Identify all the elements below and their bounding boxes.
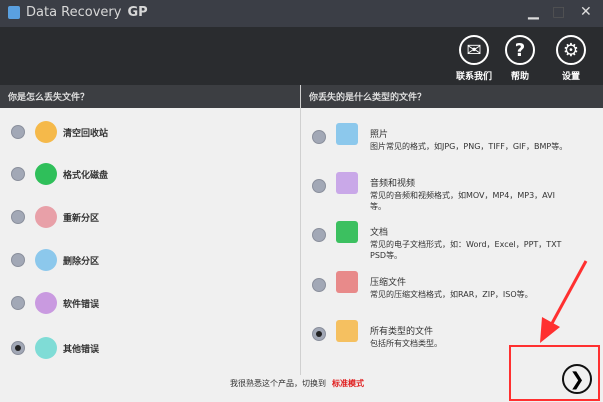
file-type-icon <box>336 172 358 194</box>
loss-option[interactable]: 格式化磁盘 <box>11 163 108 185</box>
settings-button[interactable]: ⚙ 设置 <box>549 35 593 82</box>
contact-us-button[interactable]: ✉ 联系我们 <box>452 35 496 82</box>
footer: 我很熟悉这个产品，切换到 标准模式 <box>230 378 364 389</box>
right-heading: 你丢失的是什么类型的文件？ <box>301 85 603 108</box>
left-heading: 你是怎么丢失文件？ <box>0 85 300 108</box>
option-title: 所有类型的文件 <box>370 327 434 337</box>
help-button[interactable]: ? 帮助 <box>498 35 542 82</box>
option-label: 格式化磁盘 <box>63 170 109 181</box>
option-title: 音频和视频 <box>370 179 416 189</box>
radio-button[interactable] <box>11 210 25 224</box>
loss-option[interactable]: 重新分区 <box>11 206 99 228</box>
settings-label: 设置 <box>561 72 580 82</box>
radio-button[interactable] <box>11 296 25 310</box>
radio-button[interactable] <box>312 228 326 242</box>
option-icon <box>35 206 57 228</box>
file-type-icon <box>336 221 358 243</box>
window-title: Data Recovery GP <box>26 5 148 20</box>
file-type-icon <box>336 320 358 342</box>
option-description: 图片常见的格式，如JPG，PNG，TIFF，GIF，BMP等。 <box>370 142 568 151</box>
divider <box>300 85 301 375</box>
app-icon <box>8 6 20 19</box>
minimize-button[interactable]: ▁ <box>528 4 539 20</box>
standard-mode-link[interactable]: 标准模式 <box>332 379 364 388</box>
loss-option[interactable]: 软件错误 <box>11 292 99 314</box>
radio-button[interactable] <box>11 341 25 355</box>
radio-button[interactable] <box>312 327 326 341</box>
red-arrow-annotation <box>540 260 588 343</box>
option-icon <box>35 337 57 359</box>
radio-button[interactable] <box>11 167 25 181</box>
radio-button[interactable] <box>11 253 25 267</box>
file-type-icon <box>336 271 358 293</box>
toolbar: ✉ 联系我们 ? 帮助 ⚙ 设置 <box>0 27 603 85</box>
close-button[interactable]: ✕ <box>580 4 592 20</box>
option-title: 文档 <box>370 228 389 238</box>
gear-icon: ⚙ <box>556 35 586 65</box>
maximize-button[interactable]: □ <box>552 4 565 20</box>
file-type-icon <box>336 123 358 145</box>
option-icon <box>35 249 57 271</box>
loss-option[interactable]: 删除分区 <box>11 249 99 271</box>
loss-option[interactable]: 清空回收站 <box>11 121 108 143</box>
loss-option[interactable]: 其他错误 <box>11 337 99 359</box>
option-label: 其他错误 <box>63 344 100 355</box>
contact-label: 联系我们 <box>455 72 492 82</box>
radio-button[interactable] <box>312 179 326 193</box>
footer-text: 我很熟悉这个产品，切换到 <box>230 379 326 388</box>
option-icon <box>35 163 57 185</box>
option-description: 常见的音频和视频格式，如MOV，MP4，MP3，AVI等。 <box>370 191 555 211</box>
option-label: 清空回收站 <box>63 128 109 139</box>
option-label: 删除分区 <box>63 256 100 267</box>
help-label: 帮助 <box>510 72 529 82</box>
option-title: 压缩文件 <box>370 278 407 288</box>
radio-button[interactable] <box>11 125 25 139</box>
mail-icon: ✉ <box>459 35 489 65</box>
title-bar: Data Recovery GP ▁ □ ✕ <box>0 0 603 27</box>
option-title: 照片 <box>370 130 389 140</box>
option-label: 重新分区 <box>63 213 100 224</box>
option-label: 软件错误 <box>63 299 100 310</box>
next-button[interactable]: ❯ <box>562 364 592 394</box>
radio-button[interactable] <box>312 278 326 292</box>
option-icon <box>35 292 57 314</box>
help-icon: ? <box>505 35 535 65</box>
radio-button[interactable] <box>312 130 326 144</box>
option-icon <box>35 121 57 143</box>
